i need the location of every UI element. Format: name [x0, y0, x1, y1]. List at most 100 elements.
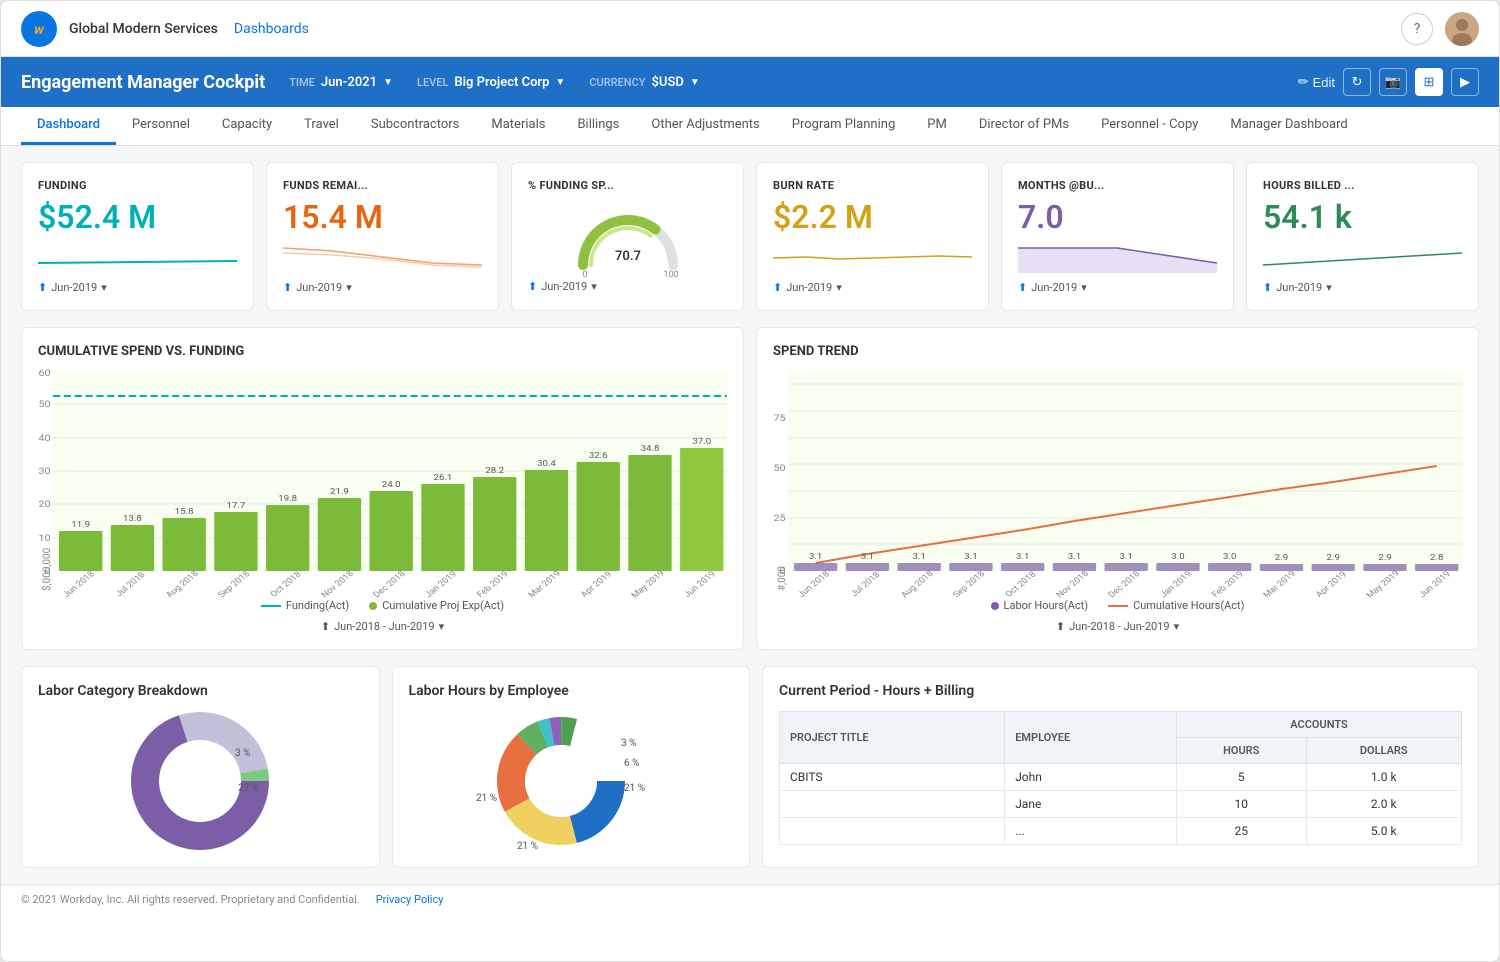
- tab-program-planning[interactable]: Program Planning: [776, 107, 911, 145]
- svg-text:3.0: 3.0: [1171, 553, 1184, 562]
- svg-text:26.1: 26.1: [434, 474, 453, 483]
- svg-text:17.7: 17.7: [227, 502, 246, 511]
- svg-text:6 %: 6 %: [624, 758, 639, 769]
- svg-text:Sep 2018: Sep 2018: [951, 570, 987, 600]
- kpi-months-value: 7.0: [1018, 200, 1217, 235]
- tab-capacity[interactable]: Capacity: [206, 107, 288, 145]
- col-dollars: DOLLARS: [1306, 738, 1462, 764]
- spend-trend-svg: 0 25 50 75 3.1 3.1: [788, 371, 1462, 591]
- cell-employee-2: ...: [1005, 818, 1177, 845]
- svg-text:21 %: 21 %: [624, 783, 645, 794]
- filter-icon-4: ⬆: [773, 281, 782, 294]
- app-container: w Global Modern Services Dashboards ? En…: [0, 0, 1500, 962]
- currency-filter[interactable]: CURRENCY $USD ▼: [589, 75, 699, 90]
- cell-project-1: [780, 791, 1005, 818]
- filter-icon-2: ⬆: [283, 281, 292, 294]
- svg-text:0: 0: [582, 270, 587, 280]
- kpi-row: FUNDING $52.4 M ⬆ Jun-2019 ▾ FUNDS REMAI…: [21, 162, 1479, 311]
- help-icon[interactable]: ?: [1401, 13, 1433, 45]
- svg-text:Dec 2018: Dec 2018: [1107, 570, 1143, 600]
- svg-text:30.4: 30.4: [537, 460, 556, 469]
- tab-dashboard[interactable]: Dashboard: [21, 107, 116, 145]
- cell-employee-1: Jane: [1005, 791, 1177, 818]
- cumulative-spend-chart: CUMULATIVE SPEND VS. FUNDING $,000,000 0: [21, 327, 744, 650]
- tab-director-pms[interactable]: Director of PMs: [963, 107, 1085, 145]
- tab-travel[interactable]: Travel: [288, 107, 355, 145]
- tab-manager-dashboard[interactable]: Manager Dashboard: [1214, 107, 1363, 145]
- svg-text:21.9: 21.9: [330, 488, 349, 497]
- spend-y-label: #,000: [773, 371, 788, 591]
- spend-chart-title: SPEND TREND: [773, 344, 1462, 359]
- kpi-funding-value: $52.4 M: [38, 200, 237, 235]
- kpi-funding: FUNDING $52.4 M ⬆ Jun-2019 ▾: [21, 162, 254, 311]
- top-nav: w Global Modern Services Dashboards ?: [1, 1, 1499, 57]
- tab-subcontractors[interactable]: Subcontractors: [355, 107, 476, 145]
- time-value[interactable]: Jun-2021: [321, 75, 377, 90]
- svg-text:70.7: 70.7: [615, 249, 641, 264]
- filter-icon-5: ⬆: [1018, 281, 1027, 294]
- cell-hours-1: 10: [1176, 791, 1306, 818]
- level-value[interactable]: Big Project Corp: [454, 75, 549, 90]
- cumulative-chart-footer[interactable]: ⬆ Jun-2018 - Jun-2019 ▾: [38, 620, 727, 633]
- privacy-policy-link[interactable]: Privacy Policy: [376, 893, 444, 906]
- tab-personnel-copy[interactable]: Personnel - Copy: [1085, 107, 1214, 145]
- user-avatar[interactable]: [1445, 12, 1479, 46]
- camera-icon[interactable]: 📷: [1379, 68, 1407, 96]
- svg-text:Jun 2019: Jun 2019: [682, 570, 718, 600]
- kpi-funds-footer[interactable]: ⬆ Jun-2019 ▾: [283, 281, 482, 294]
- tab-personnel[interactable]: Personnel: [116, 107, 206, 145]
- svg-text:Feb 2019: Feb 2019: [475, 570, 511, 600]
- svg-text:Apr 2019: Apr 2019: [579, 570, 614, 599]
- svg-text:May 2019: May 2019: [630, 569, 668, 600]
- kpi-months-footer[interactable]: ⬆ Jun-2019 ▾: [1018, 281, 1217, 294]
- level-filter[interactable]: LEVEL Big Project Corp ▼: [417, 75, 565, 90]
- svg-text:Apr 2019: Apr 2019: [1314, 570, 1349, 599]
- currency-value[interactable]: $USD: [651, 75, 683, 90]
- table-row: CBITS John 5 1.0 k: [780, 764, 1462, 791]
- kpi-hours-footer[interactable]: ⬆ Jun-2019 ▾: [1263, 281, 1462, 294]
- kpi-burn-footer[interactable]: ⬆ Jun-2019 ▾: [773, 281, 972, 294]
- kpi-hours-billed-value: 54.1 k: [1263, 200, 1462, 235]
- edit-button[interactable]: ✏ Edit: [1298, 74, 1335, 90]
- svg-text:34.8: 34.8: [641, 445, 660, 454]
- tab-other-adjustments[interactable]: Other Adjustments: [635, 107, 775, 145]
- kpi-months: MONTHS @BU... 7.0 ⬆ Jun-2019 ▾: [1001, 162, 1234, 311]
- kpi-funding-spent-footer[interactable]: ⬆ Jun-2019 ▾: [528, 280, 727, 293]
- time-filter[interactable]: TIME Jun-2021 ▼: [289, 75, 393, 90]
- video-icon[interactable]: ▶: [1451, 68, 1479, 96]
- time-arrow-icon: ▼: [383, 77, 393, 88]
- billing-table: PROJECT TITLE EMPLOYEE ACCOUNTS HOURS DO…: [779, 711, 1462, 845]
- refresh-icon[interactable]: ↻: [1343, 68, 1371, 96]
- svg-text:May 2019: May 2019: [1365, 569, 1403, 600]
- labor-hours-donut: 3 % 6 % 21 % 21 % 21 %: [409, 711, 734, 851]
- spend-chart-footer[interactable]: ⬆ Jun-2018 - Jun-2019 ▾: [773, 620, 1462, 633]
- nav-icons: ?: [1401, 12, 1479, 46]
- svg-text:Oct 2018: Oct 2018: [269, 570, 304, 599]
- y-axis-label: $,000,000: [38, 371, 53, 591]
- table-row: ... 25 5.0 k: [780, 818, 1462, 845]
- tab-billings[interactable]: Billings: [561, 107, 635, 145]
- kpi-funding-footer[interactable]: ⬆ Jun-2019 ▾: [38, 281, 237, 294]
- legend-proj-exp: Cumulative Proj Exp(Act): [369, 599, 504, 612]
- tab-pm[interactable]: PM: [911, 107, 963, 145]
- grid-view-icon[interactable]: ⊞: [1415, 68, 1443, 96]
- kpi-funds-spark: [283, 243, 482, 273]
- gauge-chart: 70.7 0 100: [528, 200, 727, 280]
- svg-text:3.1: 3.1: [861, 553, 874, 562]
- svg-text:Jun 2018: Jun 2018: [61, 570, 97, 600]
- kpi-hours-billed: HOURS BILLED ... 54.1 k ⬆ Jun-2019 ▾: [1246, 162, 1479, 311]
- tab-materials[interactable]: Materials: [475, 107, 561, 145]
- chevron-chart2: ▾: [1174, 620, 1180, 633]
- filter-icon-chart2: ⬆: [1056, 620, 1065, 633]
- company-name: Global Modern Services: [69, 21, 218, 37]
- svg-text:2.9: 2.9: [1378, 554, 1391, 563]
- svg-text:Jun 2018: Jun 2018: [796, 570, 832, 600]
- legend-cumulative-hours: Cumulative Hours(Act): [1108, 599, 1244, 612]
- dashboards-link[interactable]: Dashboards: [234, 21, 309, 37]
- chevron-down-icon-2: ▾: [346, 281, 352, 294]
- filter-icon: ⬆: [38, 281, 47, 294]
- svg-text:3.1: 3.1: [913, 553, 926, 562]
- cumulative-chart-title: CUMULATIVE SPEND VS. FUNDING: [38, 344, 727, 359]
- col-project-title: PROJECT TITLE: [780, 712, 1005, 764]
- svg-text:Jun 2019: Jun 2019: [1417, 570, 1453, 600]
